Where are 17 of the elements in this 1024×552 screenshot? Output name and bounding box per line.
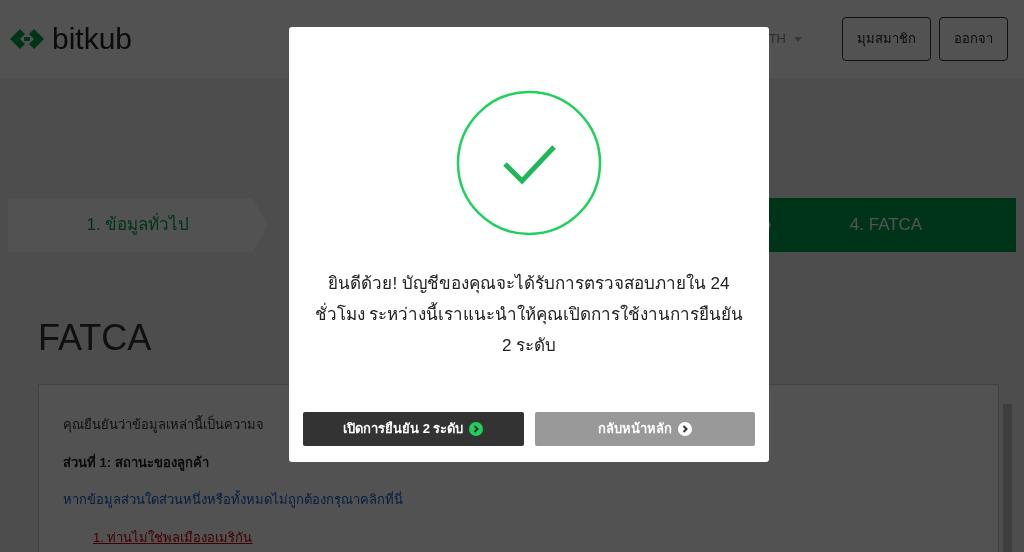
intro-text: คุณยืนยันว่าข้อมูลเหล่านี้เป็นความจ (63, 415, 264, 435)
chevron-right-icon (677, 422, 692, 436)
header-button[interactable]: มุมสมาชิก (842, 17, 931, 61)
dialog-button[interactable]: เปิดการยืนยัน 2 ระดับ (303, 412, 524, 446)
header-button[interactable]: ออกจา (939, 17, 1008, 61)
correction-link[interactable]: หากข้อมูลส่วนใดส่วนหนึ่งหรือทั้งหมดไม่ถูกต้องกรุณาคลิกที่นี่ (63, 490, 403, 510)
logo-icon (8, 27, 46, 51)
dialog-button[interactable]: กลับหน้าหลัก (534, 412, 755, 446)
list-item: 1. ท่านไม่ใช่พลเมืองอเมริกัน (93, 528, 253, 547)
caret-icon (794, 36, 802, 42)
section-heading: ส่วนที่ 1: สถานะของลูกค้า (63, 452, 209, 472)
page-title: FATCA (38, 320, 152, 356)
success-message: ยินดีด้วย! บัญชีของคุณจะได้รับการตรวจสอบภายใน 24 ชั่วโมง ระหว่างนี้เราแนะนำให้คุณเปิดการใช้งานการยืนยัน 2 ระดับ (313, 272, 745, 357)
logo-text: bitkub (52, 24, 133, 54)
chevron-right-icon (469, 422, 484, 436)
step-tab[interactable]: 1. ข้อมูลทั่วไป (8, 198, 268, 252)
check-circle-icon (456, 90, 602, 236)
